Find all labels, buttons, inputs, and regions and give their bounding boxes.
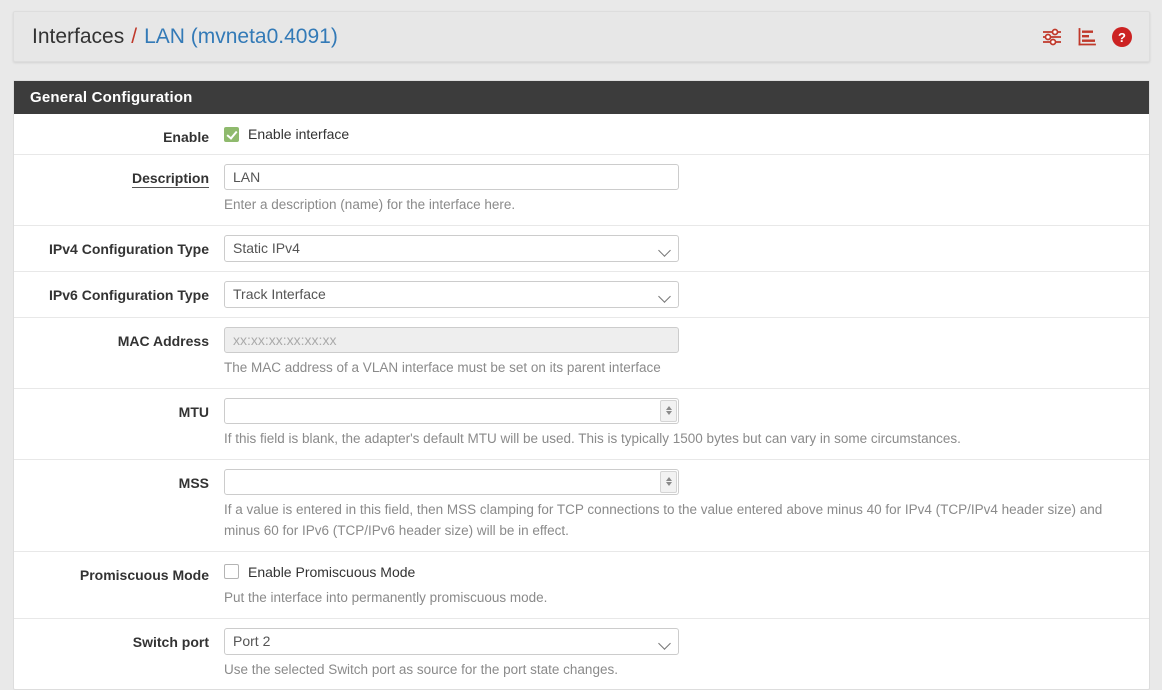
svg-text:?: ?	[1118, 30, 1126, 45]
label-description-text: Description	[131, 170, 209, 188]
label-switch-port: Switch port	[132, 633, 209, 650]
promiscuous-mode-help: Put the interface into permanently promi…	[224, 589, 548, 605]
field-mss: If a value is entered in this field, the…	[209, 468, 1149, 542]
label-enable: Enable	[163, 129, 209, 145]
label-ipv4-config-type: IPv4 Configuration Type	[49, 240, 209, 257]
breadcrumb-bar: Interfaces / LAN (mvneta0.4091) ?	[13, 11, 1150, 62]
breadcrumb-current[interactable]: LAN (mvneta0.4091)	[144, 26, 338, 47]
mss-input[interactable]	[224, 468, 679, 495]
mtu-input[interactable]	[224, 397, 679, 424]
label-description: Description	[14, 164, 209, 216]
sliders-icon[interactable]	[1041, 27, 1063, 47]
label-promiscuous-mode: Promiscuous Mode	[79, 566, 209, 583]
chart-icon[interactable]	[1077, 27, 1097, 47]
ipv6-config-type-select[interactable]: Track Interface	[224, 280, 679, 308]
panel-body: Enable Enable interface Description Ente…	[14, 114, 1149, 689]
row-enable: Enable Enable interface	[14, 114, 1149, 155]
row-mss: MSS If a value is entered in this field,…	[14, 460, 1149, 552]
breadcrumb: Interfaces / LAN (mvneta0.4091)	[32, 26, 338, 47]
field-mac-address: The MAC address of a VLAN interface must…	[209, 326, 1149, 379]
promiscuous-mode-checkbox-group[interactable]: Enable Promiscuous Mode	[224, 561, 1134, 583]
field-ipv4-config-type: Static IPv4	[209, 234, 1149, 262]
row-ipv6-config-type: IPv6 Configuration Type Track Interface	[14, 272, 1149, 318]
mtu-spinner[interactable]	[660, 399, 677, 422]
field-mtu: If this field is blank, the adapter's de…	[209, 397, 1149, 450]
row-mtu: MTU If this field is blank, the adapter'…	[14, 389, 1149, 460]
spinner-down-icon[interactable]	[665, 482, 672, 487]
description-input[interactable]	[224, 164, 679, 190]
enable-interface-checkbox-group[interactable]: Enable interface	[224, 123, 1134, 145]
panel-heading: General Configuration	[14, 81, 1149, 114]
row-promiscuous-mode: Promiscuous Mode Enable Promiscuous Mode…	[14, 552, 1149, 619]
enable-interface-label[interactable]: Enable interface	[248, 126, 349, 142]
mss-help: If a value is entered in this field, the…	[224, 501, 1103, 538]
breadcrumb-separator: /	[131, 25, 138, 48]
label-mss: MSS	[178, 474, 209, 491]
breadcrumb-root[interactable]: Interfaces	[32, 26, 124, 47]
field-promiscuous-mode: Enable Promiscuous Mode Put the interfac…	[209, 561, 1149, 609]
mtu-help: If this field is blank, the adapter's de…	[224, 430, 961, 446]
general-configuration-panel: General Configuration Enable Enable inte…	[13, 80, 1150, 690]
row-ipv4-config-type: IPv4 Configuration Type Static IPv4	[14, 226, 1149, 272]
mac-address-input	[224, 326, 679, 353]
row-mac-address: MAC Address The MAC address of a VLAN in…	[14, 318, 1149, 389]
label-mac-address: MAC Address	[117, 332, 209, 349]
spinner-up-icon[interactable]	[665, 477, 672, 482]
spinner-up-icon[interactable]	[665, 406, 672, 411]
row-switch-port: Switch port Port 2 Use the selected Swit…	[14, 619, 1149, 690]
promiscuous-mode-checkbox[interactable]	[224, 564, 239, 580]
promiscuous-mode-label[interactable]: Enable Promiscuous Mode	[248, 564, 415, 580]
field-switch-port: Port 2 Use the selected Switch port as s…	[209, 627, 1149, 681]
mss-spinner[interactable]	[660, 470, 677, 493]
help-icon[interactable]: ?	[1111, 26, 1133, 48]
ipv4-config-type-select[interactable]: Static IPv4	[224, 234, 679, 262]
field-ipv6-config-type: Track Interface	[209, 280, 1149, 308]
label-mtu: MTU	[178, 403, 209, 420]
switch-port-help: Use the selected Switch port as source f…	[224, 661, 618, 677]
field-description: Enter a description (name) for the inter…	[209, 164, 1149, 216]
row-description: Description Enter a description (name) f…	[14, 155, 1149, 226]
breadcrumb-actions: ?	[1041, 26, 1133, 48]
mac-address-help: The MAC address of a VLAN interface must…	[224, 359, 661, 375]
spinner-down-icon[interactable]	[665, 411, 672, 416]
switch-port-select[interactable]: Port 2	[224, 627, 679, 655]
label-ipv6-config-type: IPv6 Configuration Type	[49, 286, 209, 303]
description-help: Enter a description (name) for the inter…	[224, 197, 516, 212]
enable-interface-checkbox[interactable]	[224, 126, 239, 142]
field-enable: Enable interface	[209, 123, 1149, 145]
